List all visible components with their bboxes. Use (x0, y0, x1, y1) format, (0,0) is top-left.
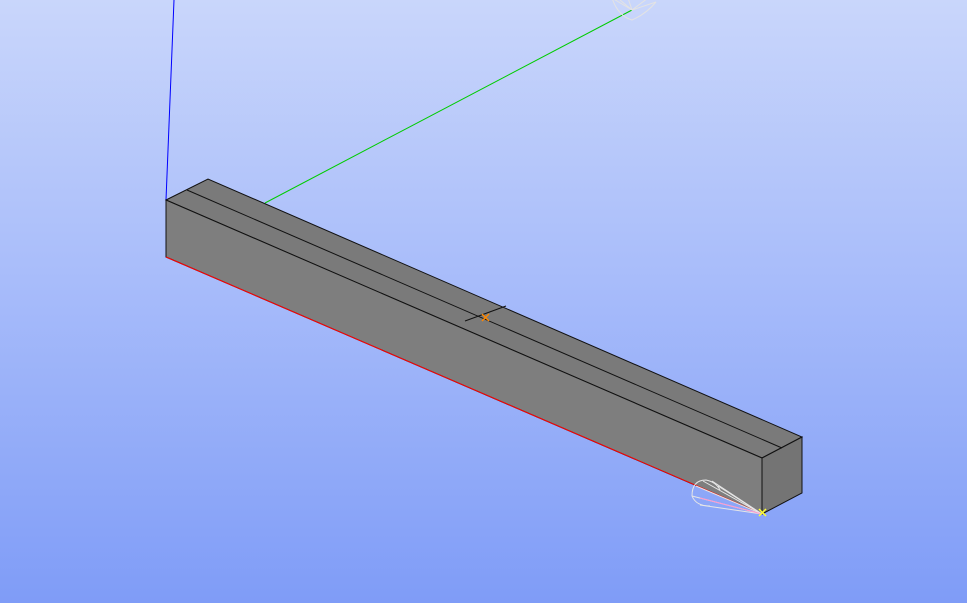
y-axis-line (264, 9, 633, 204)
3d-viewport[interactable] (0, 0, 967, 603)
z-axis-line (165, 0, 175, 201)
scene-canvas[interactable] (0, 0, 967, 603)
beam-front-face[interactable] (165, 199, 763, 515)
